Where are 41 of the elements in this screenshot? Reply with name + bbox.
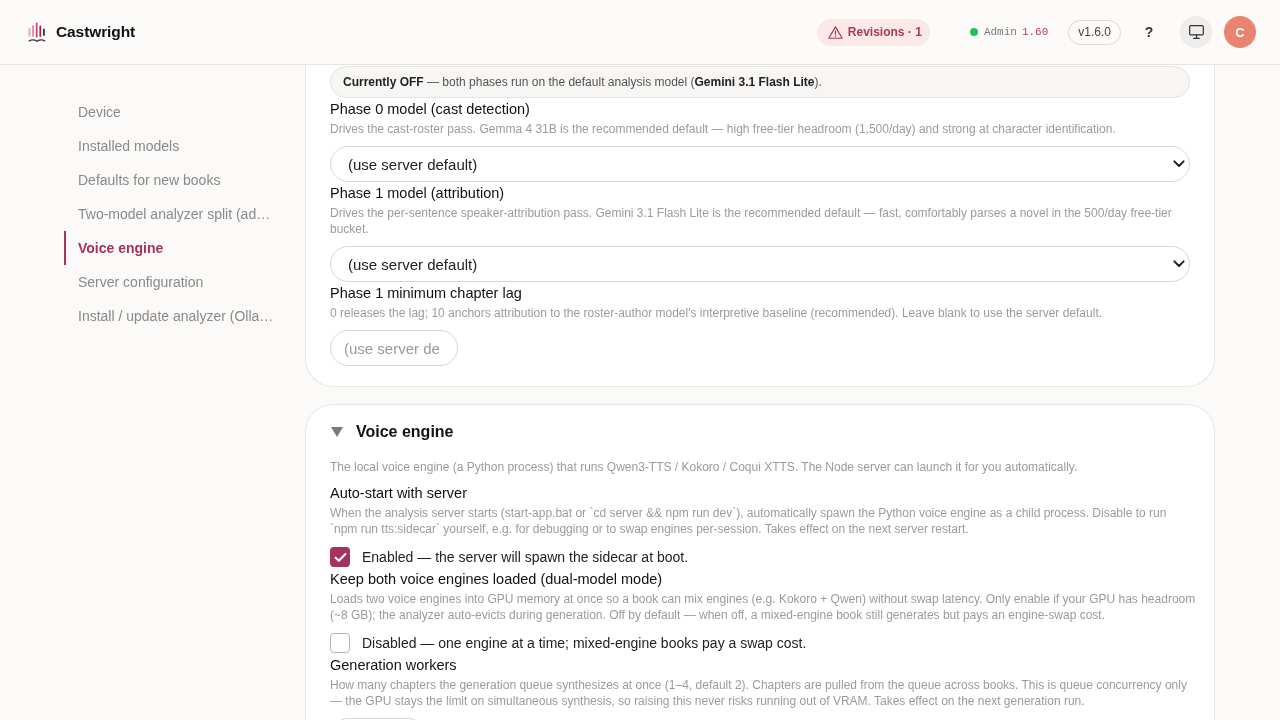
info-notice: Currently OFF — both phases run on the default analysis model (Gemini 3.1 Flash Lite). bbox=[330, 66, 1190, 98]
monitor-icon bbox=[1188, 25, 1204, 39]
section-toggle[interactable]: Voice engine bbox=[330, 418, 454, 446]
setting-description: How many chapters the generation queue synthesizes at once (1–4, default 2). Chapters are pulled from the queue across books. This is queue concurrency only — the GPU stays the limit on simultaneous synthesis, so raising this never risks running out of VRAM. Takes effect on the next generation run. bbox=[330, 677, 1188, 709]
help-button[interactable]: ? bbox=[1137, 20, 1161, 44]
setting-label: Phase 1 minimum chapter lag bbox=[330, 284, 522, 303]
sidebar-link[interactable]: Server configuration bbox=[64, 265, 204, 299]
setting-description: Drives the per-sentence speaker-attribution pass. Gemini 3.1 Flash Lite is the recommended default — fast, comfortably parses a novel in the 500/day free-tier bucket. bbox=[330, 205, 1173, 237]
model-select[interactable]: (use server default) bbox=[330, 146, 1190, 182]
model-select[interactable]: (use server default) bbox=[330, 246, 1190, 282]
status-value: 1.60 bbox=[1021, 26, 1049, 38]
checkbox-label[interactable]: Enabled — the server will spawn the sidecar at boot. bbox=[362, 549, 689, 565]
display-button[interactable] bbox=[1180, 16, 1212, 48]
sidebar-link[interactable]: Two-model analyzer split (ad… bbox=[64, 197, 271, 231]
sidebar-link[interactable]: Defaults for new books bbox=[64, 163, 221, 197]
setting-label: Generation workers bbox=[330, 656, 457, 675]
checkbox-label[interactable]: Disabled — one engine at a time; mixed-engine books pay a swap cost. bbox=[362, 635, 807, 651]
setting-label: Keep both voice engines loaded (dual-model mode) bbox=[330, 570, 663, 589]
revisions-button[interactable]: Revisions · 1 bbox=[816, 18, 930, 46]
sidebar-link[interactable]: Installed models bbox=[64, 129, 180, 163]
checkbox[interactable] bbox=[330, 633, 350, 653]
setting-description: When the analysis server starts (start-app.bat or `cd server && npm run dev`), automatically spawn the Python voice engine as a child process. Disable to run `npm run tts:sidecar` yourself, e.g. for debugging or to swap engines per-session. Takes effect on the next server restart. bbox=[330, 505, 1168, 537]
waveform-logo-icon bbox=[28, 22, 46, 42]
status-label: Admin bbox=[983, 26, 1017, 38]
chevron-down-icon bbox=[1173, 160, 1185, 168]
number-field[interactable]: (use server de bbox=[330, 330, 458, 366]
checkbox[interactable] bbox=[330, 547, 350, 567]
chevron-down-icon bbox=[1173, 260, 1185, 268]
sidebar-link[interactable]: Voice engine bbox=[64, 231, 164, 265]
section-description: The local voice engine (a Python process) that runs Qwen3-TTS / Kokoro / Coqui XTTS. The Node server can launch it for you automatically. bbox=[330, 459, 1079, 475]
sidebar-link[interactable]: Device bbox=[64, 95, 121, 129]
setting-description: Loads two voice engines into GPU memory at once so a book can mix engines (e.g. Kokoro + Qwen) without swap latency. Only enable if your GPU has headroom (~8 GB); the analyzer auto-evicts during generation. Off by default — when off, a mixed-engine book still generates but pays an engine-swap cost. bbox=[330, 591, 1196, 623]
sidebar-link[interactable]: Install / update analyzer (Olla… bbox=[64, 299, 274, 333]
setting-label: Auto-start with server bbox=[330, 484, 467, 503]
check-icon bbox=[333, 551, 347, 563]
setting-label: Phase 0 model (cast detection) bbox=[330, 100, 530, 119]
setting-description: 0 releases the lag; 10 anchors attribution to the roster-author model's interpretive baseline (recommended). Leave blank to use the server default. bbox=[330, 305, 1104, 321]
warning-icon bbox=[827, 25, 843, 39]
app-name: Castwright bbox=[56, 23, 136, 41]
setting-label: Phase 1 model (attribution) bbox=[330, 184, 505, 203]
setting-description: Drives the cast-roster pass. Gemma 4 31B is the recommended default — high free-tier headroom (1,500/day) and strong at character identification. bbox=[330, 121, 1117, 137]
